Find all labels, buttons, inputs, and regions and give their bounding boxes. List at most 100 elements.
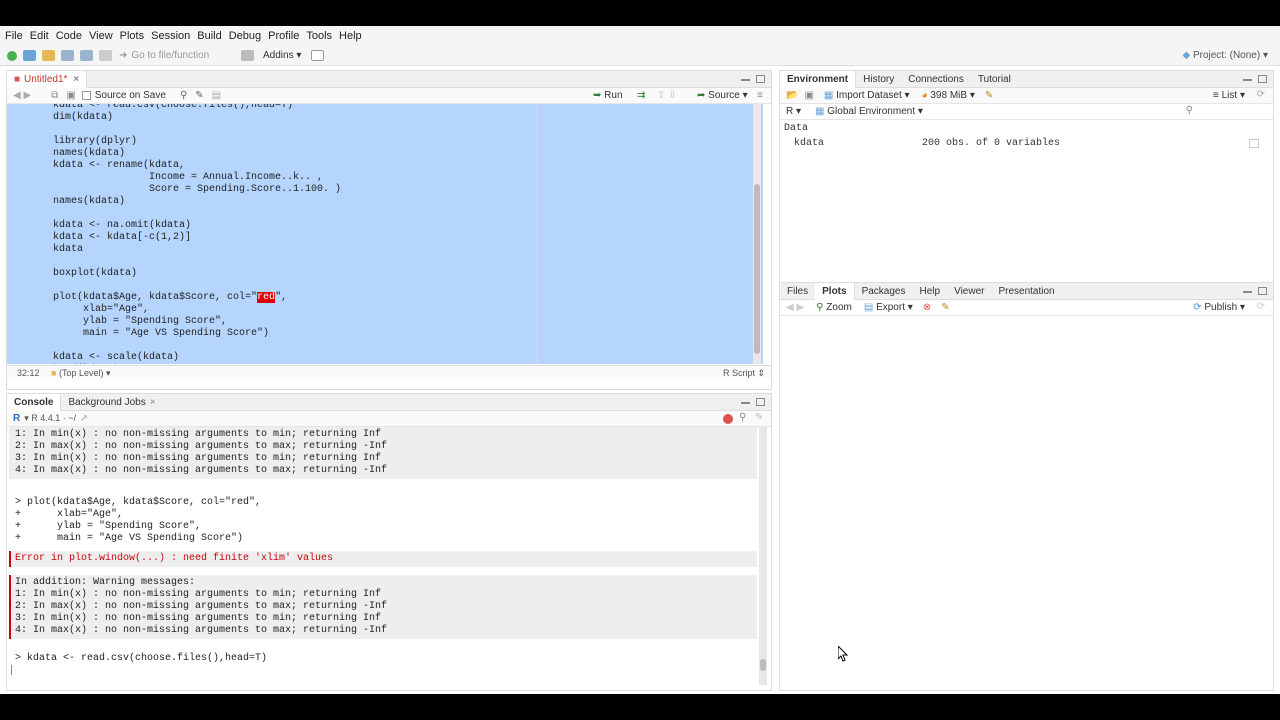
clear-console-icon[interactable]: ✎ [755,412,763,423]
code-line[interactable]: Income = Annual.Income..k.. , [53,172,323,184]
memory-usage[interactable]: ◕ 398 MiB ▾ [922,90,975,101]
save-all-icon[interactable] [80,50,93,61]
console-scrollbar[interactable] [759,427,767,685]
view-mode-dropdown[interactable]: ≡ List ▾ [1213,90,1245,101]
up-icon[interactable]: ⇧ ⇩ [657,90,677,101]
tab-untitled1[interactable]: ■ Untitled1* × [7,71,88,88]
tab-presentation[interactable]: Presentation [991,283,1061,300]
menu-build[interactable]: Build [197,30,221,42]
tab-connections[interactable]: Connections [901,71,971,88]
tab-console[interactable]: Console [7,394,62,411]
minimize-icon[interactable] [741,75,750,81]
console-search-icon[interactable]: ⚲ [739,412,746,423]
open-file-icon[interactable] [42,50,55,61]
menu-edit[interactable]: Edit [30,30,49,42]
publish-button[interactable]: ⟳ Publish ▾ [1193,302,1245,313]
tab-help[interactable]: Help [913,283,948,300]
load-workspace-icon[interactable]: 📂 [786,90,798,101]
env-search-icon[interactable]: ⚲ [1186,105,1193,116]
zoom-button[interactable]: ⚲ Zoom [816,302,852,313]
tab-environment[interactable]: Environment [780,71,857,88]
code-line[interactable]: kdata <- kdata[-c(1,2)] [53,232,191,244]
clear-plots-icon[interactable]: ✎ [941,302,949,313]
layout-icon[interactable] [311,50,325,61]
minimize-icon[interactable] [741,398,750,404]
menu-debug[interactable]: Debug [229,30,261,42]
source-button[interactable]: ➦ Source ▾ [697,90,748,101]
code-line[interactable]: kdata <- read.csv(choose.files(),head=T) [53,104,293,112]
code-line[interactable]: ylab = "Spending Score", [53,316,227,328]
broom-icon[interactable]: ✎ [985,90,993,101]
file-type-selector[interactable]: R Script ⇕ [723,368,765,379]
menu-file[interactable]: File [5,30,23,42]
code-line[interactable]: dim(kdata) [53,112,113,124]
go-to-file-input[interactable]: ➜ Go to file/function [119,50,229,61]
source-on-save-checkbox[interactable] [81,91,91,100]
code-line[interactable]: kdata <- scale(kdata) [53,352,179,364]
grid-icon[interactable] [241,50,254,61]
stop-icon[interactable] [723,414,733,424]
maximize-icon[interactable] [756,398,765,406]
menu-profile[interactable]: Profile [268,30,299,42]
console-scroll-thumb[interactable] [760,659,766,671]
save-icon[interactable] [61,50,74,61]
code-line[interactable]: Score = Spending.Score..1.100. ) [53,184,341,196]
tab-background-jobs[interactable]: Background Jobs × [61,394,162,411]
menu-plots[interactable]: Plots [120,30,144,42]
scope-dropdown[interactable]: ▦ Global Environment ▾ [815,106,923,117]
code-line[interactable]: names(kdata) [53,196,125,208]
maximize-icon[interactable] [756,75,765,83]
close-tab-icon[interactable]: × [73,74,79,85]
code-line[interactable]: names(kdata) [53,148,125,160]
refresh-plot-icon[interactable]: ⟳ [1257,301,1265,312]
menu-session[interactable]: Session [151,30,190,42]
code-line[interactable]: kdata <- rename(kdata, [53,160,185,172]
language-dropdown[interactable]: R ▾ [786,106,801,117]
editor-scroll-thumb[interactable] [754,184,760,354]
export-button[interactable]: ▤ Export ▾ [864,302,913,313]
refresh-icon[interactable]: ⟳ [1257,89,1265,100]
show-in-window-icon[interactable]: ⧉ [51,90,58,101]
project-menu[interactable]: ◆ Project: (None) ▾ [1182,50,1268,61]
code-line[interactable]: kdata [53,244,83,256]
prev-plot-icon[interactable]: ◀ ▶ [786,302,804,313]
working-dir-icon[interactable]: ➚ [80,413,88,424]
menu-view[interactable]: View [89,30,113,42]
minimize-icon[interactable] [1243,287,1252,293]
code-editor[interactable]: 1011121314151617181920212223242526272829… [7,104,763,364]
scope-selector[interactable]: ■ (Top Level) ▾ [51,368,111,379]
print-icon[interactable] [99,50,112,61]
editor-scrollbar[interactable] [753,104,761,364]
addins-button[interactable]: Addins ▾ [263,50,301,61]
magic-wand-icon[interactable]: ✎ [195,90,203,101]
maximize-icon[interactable] [1258,75,1267,83]
code-area[interactable]: kdata <- read.csv(choose.files(),head=T)… [7,104,763,364]
tab-tutorial[interactable]: Tutorial [971,71,1018,88]
env-row[interactable]: kdata 200 obs. of 0 variables [780,137,1273,151]
code-line[interactable]: library(dplyr) [53,136,137,148]
menu-code[interactable]: Code [56,30,82,42]
code-line[interactable]: plot(kdata$Age, kdata$Score, col="red", [53,292,287,304]
maximize-icon[interactable] [1258,287,1267,295]
tab-files[interactable]: Files [780,283,815,300]
search-icon[interactable]: ⚲ [180,90,187,101]
back-arrow-icon[interactable]: ◀ ▶ [13,90,31,101]
remove-plot-icon[interactable]: ⊗ [923,302,931,313]
import-dataset-button[interactable]: ▦ Import Dataset ▾ [824,90,910,101]
new-project-icon[interactable] [23,50,36,61]
code-line[interactable]: kdata <- na.omit(kdata) [53,220,191,232]
console-prompt[interactable] [11,665,12,675]
close-jobs-icon[interactable]: × [150,397,156,408]
menu-tools[interactable]: Tools [306,30,332,42]
console-output[interactable]: 1: In min(x) : no non-missing arguments … [7,427,767,685]
r-version-dropdown[interactable]: ▾ R 4.4.1 · ~/ [24,413,76,424]
rerun-icon[interactable]: ⇉ [637,90,645,101]
tab-history[interactable]: History [856,71,901,88]
minimize-icon[interactable] [1243,75,1252,81]
tab-packages[interactable]: Packages [855,283,913,300]
new-file-icon[interactable] [7,50,17,61]
save-workspace-icon[interactable]: ▣ [804,90,813,101]
code-line[interactable]: boxplot(kdata) [53,268,137,280]
code-line[interactable]: main = "Age VS Spending Score") [53,328,269,340]
save-editor-icon[interactable]: ▣ [66,90,75,101]
